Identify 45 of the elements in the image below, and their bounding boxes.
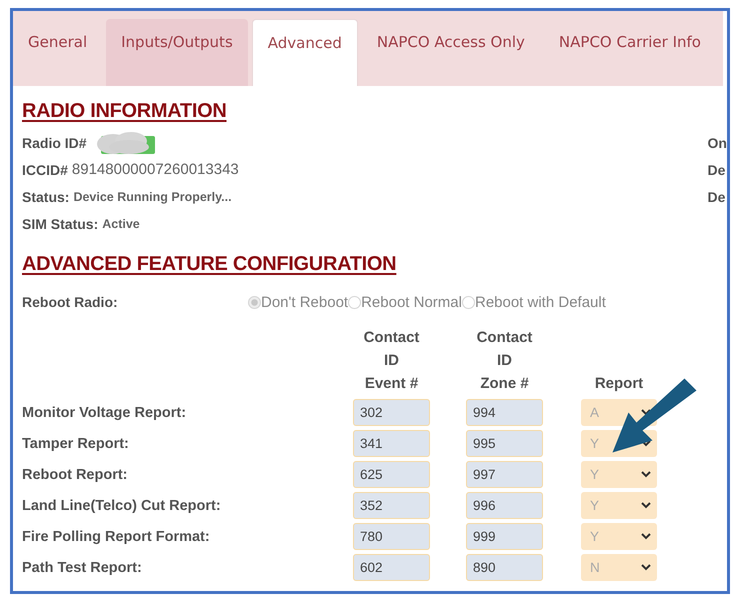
event-input[interactable]: 625	[353, 461, 430, 488]
event-input[interactable]: 780	[353, 523, 430, 550]
row-label: Fire Polling Report Format:	[22, 528, 211, 544]
section-heading: RADIO INFORMATION	[22, 100, 228, 123]
row-label: Reboot Report:	[22, 466, 129, 482]
event-input[interactable]: 602	[353, 554, 430, 581]
info-value: Device Running Properly...	[73, 190, 232, 204]
info-label: SIM Status:	[22, 216, 98, 232]
chevron-down-icon	[641, 533, 651, 540]
column-header: Contact ID Zone #	[476, 328, 534, 394]
row-label: Path Test Report:	[22, 560, 143, 576]
zone-input[interactable]: 997	[466, 461, 543, 488]
zone-input[interactable]: 994	[466, 399, 543, 426]
chevron-down-icon	[641, 502, 651, 509]
zone-input[interactable]: 999	[466, 523, 543, 550]
tab[interactable]: NAPCO Carrier Info	[544, 19, 716, 86]
chevron-down-icon	[641, 409, 651, 416]
zone-input[interactable]: 890	[466, 554, 543, 581]
info-label: Radio ID#	[22, 134, 87, 150]
tab[interactable]: General	[13, 19, 102, 86]
column-header: Contact ID Event #	[362, 328, 420, 394]
section-heading: ADVANCED FEATURE CONFIGURATION	[22, 253, 398, 276]
chevron-down-icon	[641, 440, 651, 447]
row-label: Land Line(Telco) Cut Report:	[22, 498, 222, 514]
info-label: De	[708, 188, 726, 206]
info-label: Status:	[22, 188, 70, 204]
chevron-down-icon	[641, 564, 651, 571]
row-label: Monitor Voltage Report:	[22, 404, 188, 420]
row-label: Tamper Report:	[22, 436, 130, 452]
zone-input[interactable]: 995	[466, 430, 543, 457]
info-value: Active	[102, 216, 140, 230]
column-header: Report	[594, 374, 644, 394]
tab[interactable]: Advanced	[252, 19, 358, 86]
info-label: De	[708, 160, 726, 180]
event-input[interactable]: 352	[353, 492, 430, 519]
info-value: 89148000007260013343	[72, 161, 239, 178]
reboot-label: Reboot Radio:	[22, 294, 119, 310]
chevron-down-icon	[641, 471, 651, 478]
tab[interactable]: NAPCO Access Only	[362, 19, 540, 86]
event-input[interactable]: 302	[353, 399, 430, 426]
info-label: On	[708, 134, 727, 152]
info-label: ICCID#	[22, 162, 68, 178]
zone-input[interactable]: 996	[466, 492, 543, 519]
tab[interactable]: Inputs/Outputs	[106, 19, 248, 86]
event-input[interactable]: 341	[353, 430, 430, 457]
